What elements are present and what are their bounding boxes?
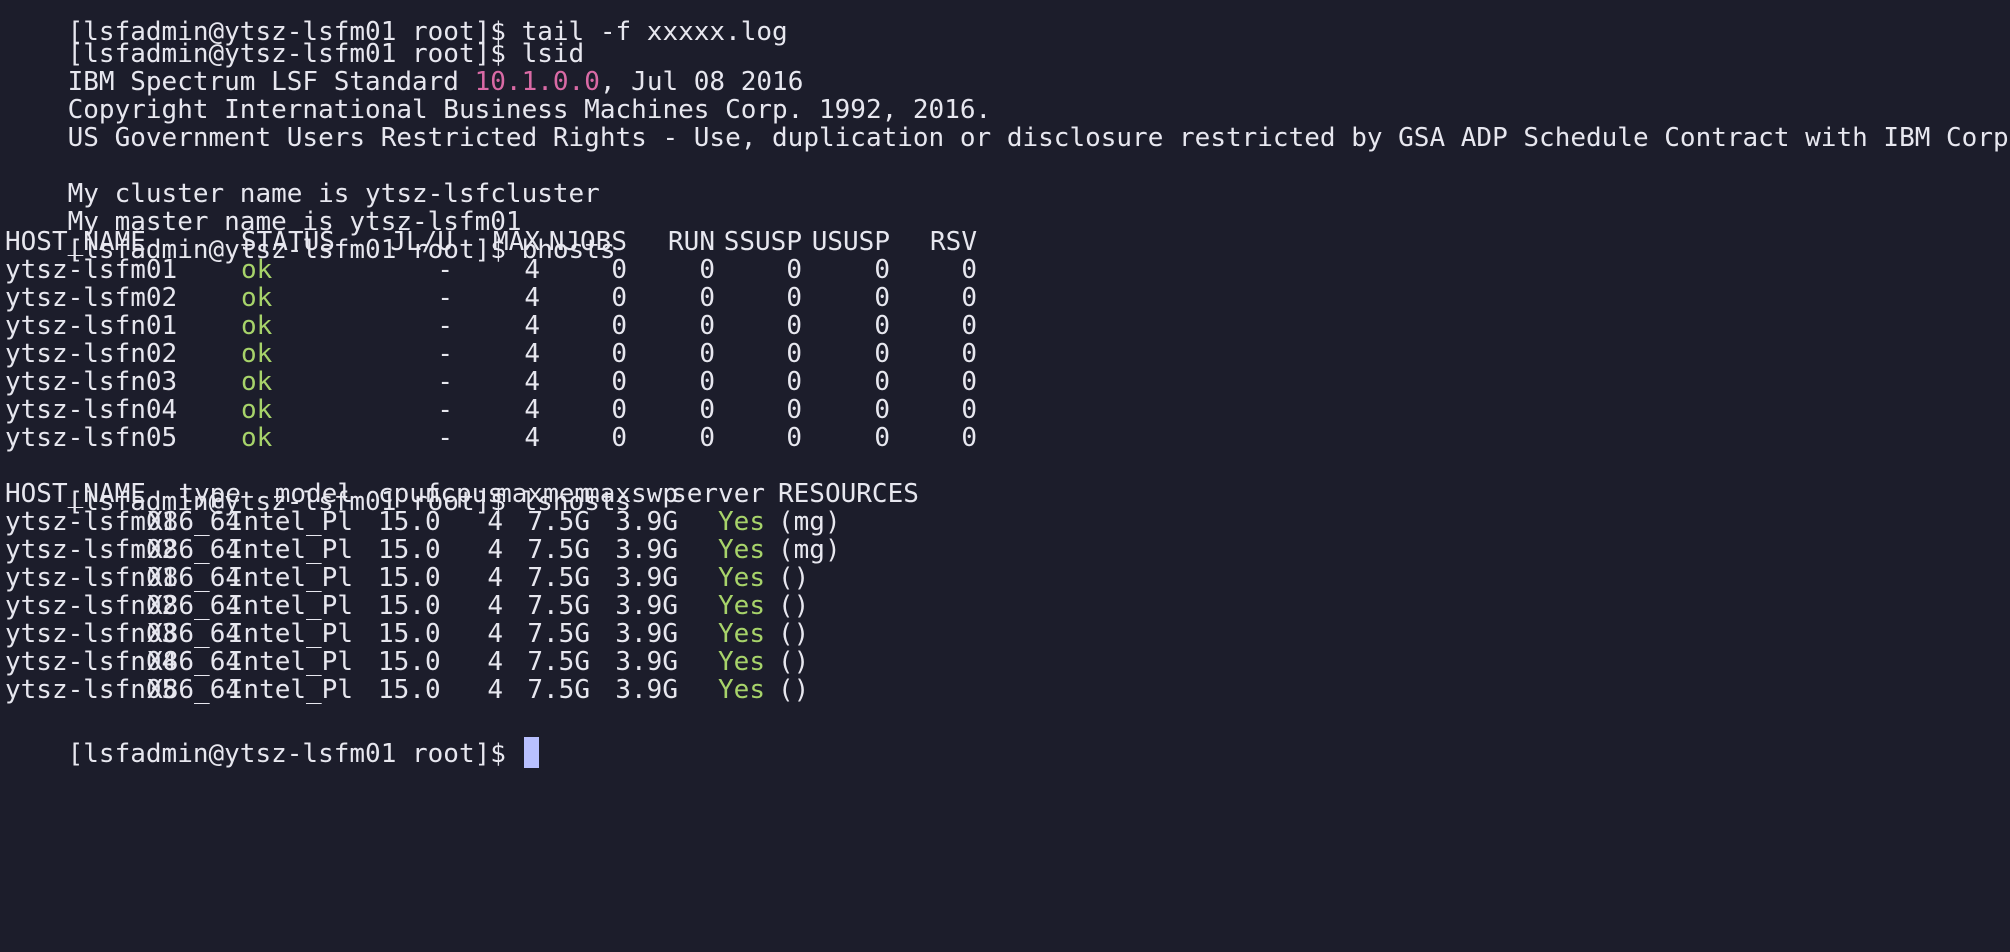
terminal-window[interactable]: [lsfadmin@ytsz-lsfm01 root]$ tail -f xxx… [0, 0, 2010, 952]
lsid-restricted-line: US Government Users Restricted Rights - … [5, 84, 2010, 153]
active-prompt-line[interactable]: [lsfadmin@ytsz-lsfm01 root]$ [5, 700, 2005, 769]
terminal-cursor[interactable] [523, 737, 539, 768]
prompt: [lsfadmin@ytsz-lsfm01 root]$ [67, 739, 522, 769]
